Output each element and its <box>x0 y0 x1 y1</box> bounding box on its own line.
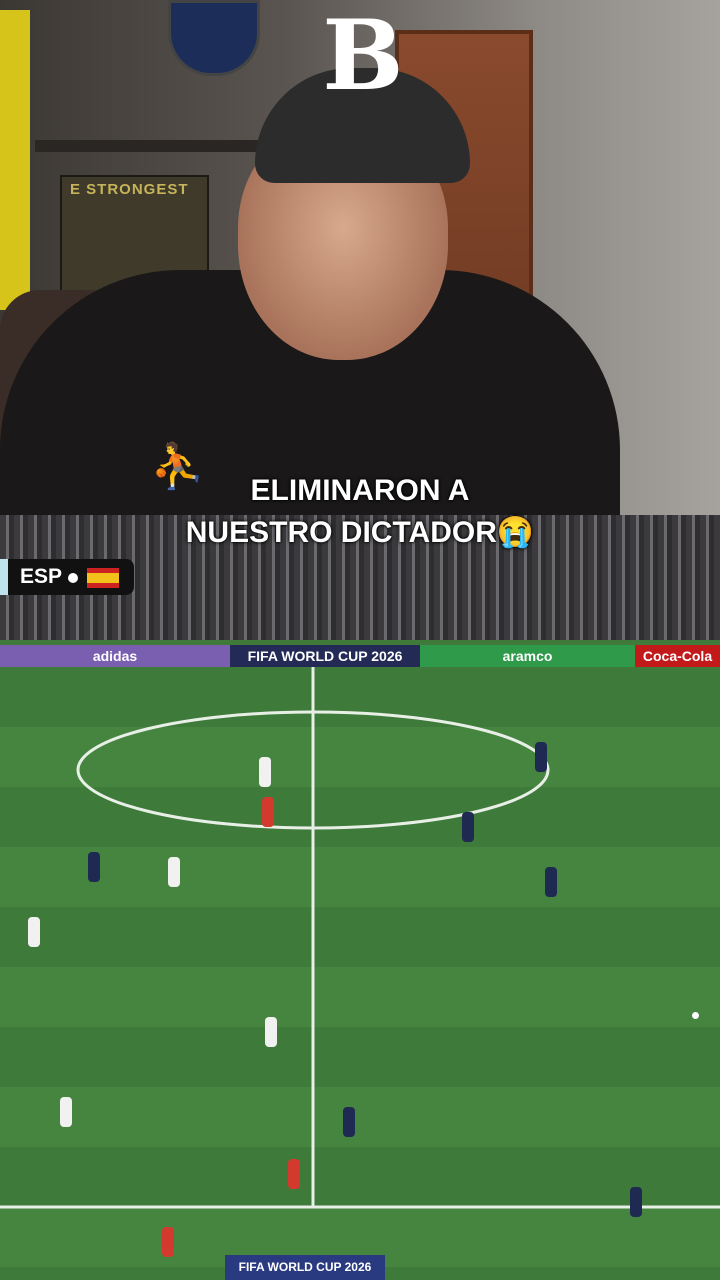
match-broadcast: ESP adidas FIFA WORLD CUP 2026 aramco Co… <box>0 515 720 1280</box>
player <box>535 742 547 772</box>
webcam-panel: E STRONGEST B ⛹ <box>0 0 720 515</box>
caption: ELIMINARON A NUESTRO DICTADOR😭 <box>0 470 720 554</box>
player <box>630 1187 642 1217</box>
assistant-referee <box>288 1159 300 1189</box>
referee <box>262 797 274 827</box>
player <box>168 857 180 887</box>
player <box>265 1017 277 1047</box>
player <box>343 1107 355 1137</box>
player <box>545 867 557 897</box>
ad-board-3: aramco <box>420 645 635 667</box>
ad-board-1: adidas <box>0 645 230 667</box>
wall-badge <box>168 0 260 76</box>
ball <box>692 1012 699 1019</box>
player <box>88 852 100 882</box>
caption-line-2: NUESTRO DICTADOR😭 <box>185 516 535 549</box>
score-bug-accent <box>0 559 8 595</box>
pitch <box>0 667 720 1280</box>
ad-boards: adidas FIFA WORLD CUP 2026 aramco Coca-C… <box>0 645 720 667</box>
caption-line-1: ELIMINARON A <box>250 474 470 507</box>
ad-board-2: FIFA WORLD CUP 2026 <box>247 648 403 664</box>
possession-dot-icon <box>68 573 78 583</box>
shelf <box>35 140 265 152</box>
channel-logo: B <box>322 0 404 112</box>
score-bug: ESP <box>0 559 134 595</box>
player <box>462 812 474 842</box>
player <box>259 757 271 787</box>
ad-board-4: Coca-Cola <box>635 645 720 667</box>
wall-flag <box>0 10 30 310</box>
wall-banner-text: E STRONGEST <box>70 181 189 198</box>
player <box>60 1097 72 1127</box>
spain-flag-icon <box>87 568 119 588</box>
bottom-banner: FIFA WORLD CUP 2026 <box>225 1255 385 1280</box>
team-abbreviation: ESP <box>20 565 63 588</box>
pitch-markings <box>0 667 720 1209</box>
player <box>28 917 40 947</box>
sideline-staff <box>162 1227 174 1257</box>
